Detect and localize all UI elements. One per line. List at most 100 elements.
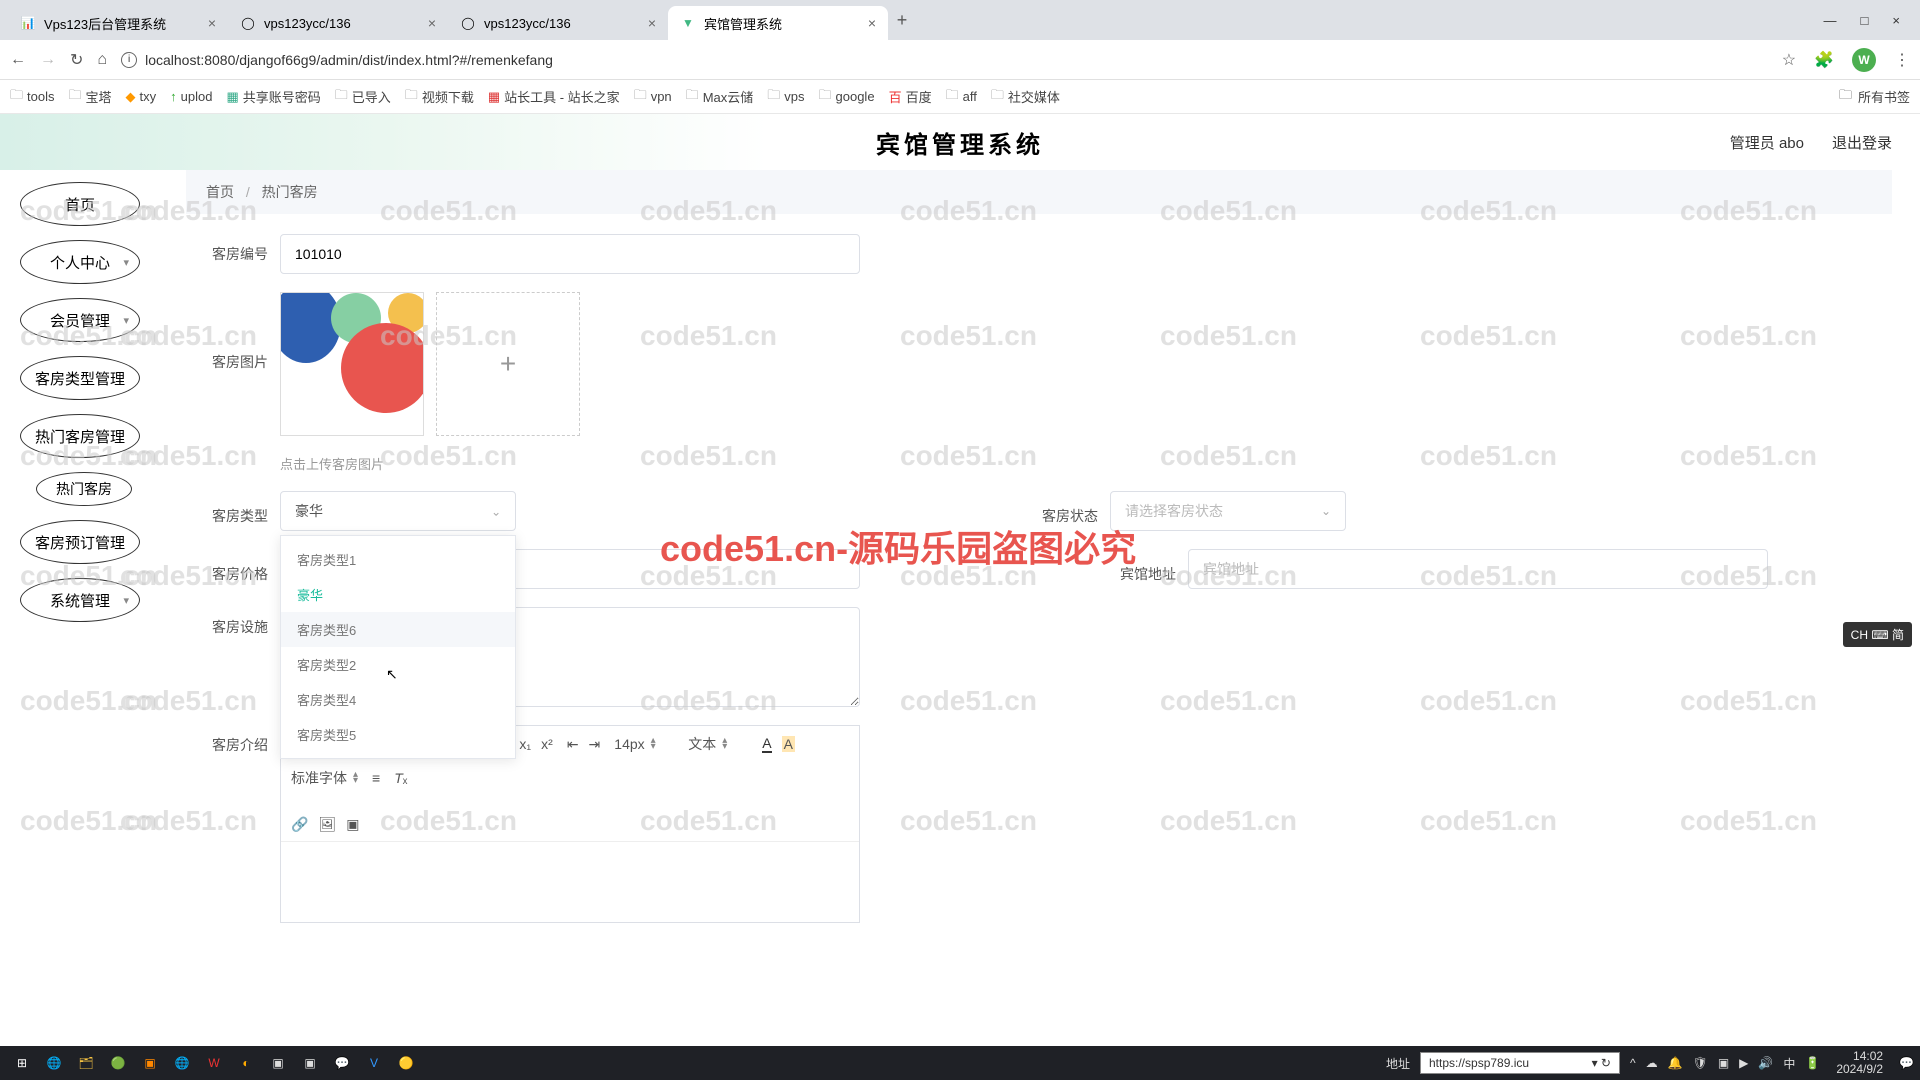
taskbar-app-icon[interactable]: V xyxy=(358,1049,390,1077)
editor-content[interactable] xyxy=(281,842,859,922)
browser-tab[interactable]: ◯ vps123ycc/136 × xyxy=(228,6,448,40)
close-icon[interactable]: × xyxy=(868,15,876,31)
breadcrumb-home[interactable]: 首页 xyxy=(206,184,234,200)
reload-icon[interactable]: ↻ xyxy=(70,50,83,70)
start-icon[interactable]: ⊞ xyxy=(6,1049,38,1077)
home-icon[interactable]: ⌂ xyxy=(97,51,107,69)
bookmark-item[interactable]: 🗀已导入 xyxy=(335,86,391,108)
font-family-select[interactable]: 标准字体▴▾ xyxy=(291,768,358,788)
close-window-icon[interactable]: × xyxy=(1892,13,1900,28)
sidebar-item-system[interactable]: 系统管理▾ xyxy=(20,578,140,622)
bookmark-item[interactable]: 百百度 xyxy=(889,87,932,106)
superscript-icon[interactable]: x² xyxy=(541,736,553,752)
taskbar-app-icon[interactable]: ▣ xyxy=(134,1049,166,1077)
video-icon[interactable]: ▣ xyxy=(346,816,359,833)
dropdown-option[interactable]: 客房类型2 xyxy=(281,647,515,682)
sidebar-item-roomtype[interactable]: 客房类型管理 xyxy=(20,356,140,400)
taskbar-app-icon[interactable]: 🟢 xyxy=(102,1049,134,1077)
taskbar-app-icon[interactable]: ▣ xyxy=(262,1049,294,1077)
sidebar-item-personal[interactable]: 个人中心▾ xyxy=(20,240,140,284)
logout-link[interactable]: 退出登录 xyxy=(1832,132,1892,153)
browser-tab[interactable]: 📊 Vps123后台管理系统 × xyxy=(8,6,228,40)
close-icon[interactable]: × xyxy=(428,15,436,31)
bookmark-item[interactable]: 🗀vpn xyxy=(634,86,672,108)
room-status-select[interactable]: 请选择客房状态 ⌄ xyxy=(1110,491,1346,531)
dropdown-option[interactable]: 客房类型5 xyxy=(281,717,515,752)
all-bookmarks[interactable]: 🗀所有书签 xyxy=(1839,86,1910,108)
bookmark-item[interactable]: 🗀宝塔 xyxy=(68,86,111,108)
site-info-icon[interactable]: i xyxy=(121,52,137,68)
text-style-select[interactable]: 文本▴▾ xyxy=(688,734,748,754)
taskbar-app-icon[interactable]: 🌐 xyxy=(166,1049,198,1077)
tray-icon[interactable]: ☁ xyxy=(1646,1056,1658,1070)
sidebar-item-member[interactable]: 会员管理▾ xyxy=(20,298,140,342)
sidebar-item-booking[interactable]: 客房预订管理 xyxy=(20,520,140,564)
dropdown-option[interactable]: 客房类型4 xyxy=(281,682,515,717)
taskbar-app-icon[interactable]: 🟡 xyxy=(390,1049,422,1077)
link-icon[interactable]: 🔗 xyxy=(291,816,308,833)
browser-tab[interactable]: ◯ vps123ycc/136 × xyxy=(448,6,668,40)
tray-icon[interactable]: 中 xyxy=(1783,1055,1795,1072)
admin-label[interactable]: 管理员 abo xyxy=(1730,132,1804,153)
hotel-addr-input[interactable] xyxy=(1188,549,1768,589)
url-field[interactable]: i localhost:8080/djangof66g9/admin/dist/… xyxy=(121,52,553,68)
tray-icon[interactable]: 🔔 xyxy=(1668,1056,1683,1070)
bookmark-item[interactable]: 🗀tools xyxy=(10,86,54,108)
star-icon[interactable]: ☆ xyxy=(1782,50,1796,70)
subscript-icon[interactable]: x₁ xyxy=(519,736,531,752)
browser-tab-active[interactable]: ▼ 宾馆管理系统 × xyxy=(668,6,888,40)
minimize-icon[interactable]: — xyxy=(1824,13,1837,28)
add-image-button[interactable]: + xyxy=(436,292,580,436)
dropdown-option[interactable]: 客房类型6 xyxy=(281,612,515,647)
dropdown-option[interactable]: 客房类型1 xyxy=(281,542,515,577)
clear-format-icon[interactable]: Tₓ xyxy=(394,770,407,786)
taskbar-app-icon[interactable]: 🌐 xyxy=(38,1049,70,1077)
room-no-input[interactable] xyxy=(280,234,860,274)
text-color-icon[interactable]: A xyxy=(762,735,771,753)
sidebar-subitem-hotroom[interactable]: 热门客房 xyxy=(36,472,132,506)
bookmark-item[interactable]: ◆txy xyxy=(126,89,157,105)
dropdown-option-selected[interactable]: 豪华 xyxy=(281,577,515,612)
bookmark-item[interactable]: 🗀Max云储 xyxy=(686,86,754,108)
tray-icon[interactable]: ^ xyxy=(1630,1056,1636,1070)
bookmark-item[interactable]: 🗀视频下载 xyxy=(405,86,474,108)
close-icon[interactable]: × xyxy=(208,15,216,31)
outdent-icon[interactable]: ⇤ xyxy=(567,736,579,753)
tray-icon[interactable]: 🔊 xyxy=(1758,1056,1773,1070)
tray-icon[interactable]: ▶ xyxy=(1739,1056,1748,1070)
taskbar-app-icon[interactable]: 🗂 xyxy=(70,1049,102,1077)
profile-avatar[interactable]: W xyxy=(1852,48,1876,72)
forward-icon[interactable]: → xyxy=(40,51,56,69)
bookmark-item[interactable]: ↑uplod xyxy=(170,89,212,104)
bookmark-item[interactable]: 🗀社交媒体 xyxy=(991,86,1060,108)
room-image-thumbnail[interactable] xyxy=(280,292,424,436)
bookmark-item[interactable]: ▦共享账号密码 xyxy=(226,87,320,106)
sidebar-item-home[interactable]: 首页 xyxy=(20,182,140,226)
new-tab-button[interactable]: + xyxy=(888,6,916,34)
back-icon[interactable]: ← xyxy=(10,51,26,69)
align-icon[interactable]: ≡ xyxy=(372,770,380,786)
bookmark-item[interactable]: ▦站长工具 - 站长之家 xyxy=(488,87,620,106)
font-size-select[interactable]: 14px▴▾ xyxy=(614,736,674,752)
taskbar-app-icon[interactable]: 💬 xyxy=(326,1049,358,1077)
sidebar-item-hotroom[interactable]: 热门客房管理 xyxy=(20,414,140,458)
room-type-select[interactable]: 豪华 ⌃ xyxy=(280,491,516,531)
tray-icon[interactable]: ▣ xyxy=(1718,1056,1729,1070)
maximize-icon[interactable]: □ xyxy=(1861,13,1869,28)
taskbar-clock[interactable]: 14:02 2024/9/2 xyxy=(1836,1050,1883,1076)
bookmark-item[interactable]: 🗀google xyxy=(819,86,875,108)
indent-icon[interactable]: ⇥ xyxy=(589,736,601,753)
taskbar-app-icon[interactable]: ▣ xyxy=(294,1049,326,1077)
tray-icon[interactable]: 🔋 xyxy=(1805,1056,1820,1070)
notifications-icon[interactable]: 💬 xyxy=(1899,1056,1914,1070)
bookmark-item[interactable]: 🗀vps xyxy=(767,86,804,108)
extensions-icon[interactable]: 🧩 xyxy=(1814,50,1834,70)
tray-icon[interactable]: 🛡 xyxy=(1693,1056,1708,1070)
close-icon[interactable]: × xyxy=(648,15,656,31)
bg-color-icon[interactable]: A xyxy=(782,736,795,752)
taskbar-app-icon[interactable]: W xyxy=(198,1049,230,1077)
taskbar-url-field[interactable]: https://spsp789.icu▾ ↻ xyxy=(1420,1052,1620,1074)
image-icon[interactable]: 🖼 xyxy=(318,816,336,833)
taskbar-app-icon[interactable]: ◐ xyxy=(230,1049,262,1077)
menu-icon[interactable]: ⋮ xyxy=(1894,50,1910,70)
